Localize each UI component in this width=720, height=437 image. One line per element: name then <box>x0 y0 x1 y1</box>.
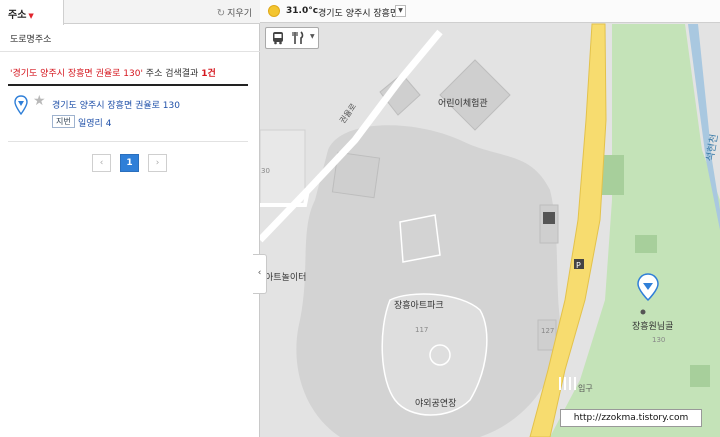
map-label-art-playground[interactable]: 아트놀이터 <box>265 270 306 283</box>
map-number-127: 127 <box>541 327 555 335</box>
refresh-icon: ↻ <box>216 8 226 19</box>
sun-icon <box>268 5 280 17</box>
map-canvas[interactable]: P <box>260 0 720 437</box>
map-label-entrance: 입구 <box>578 384 593 393</box>
jibun-address-link[interactable]: 일영리 4 <box>78 116 111 129</box>
weather-bar: 31.0°c 경기도 양주시 장흥면 ▼ <box>260 0 720 23</box>
map-view[interactable]: P 어린이체험관 아트놀이터 장흥아트파크 야외공연장 장흥원님골 입구 권율로… <box>260 0 720 437</box>
result-count: 1건 <box>201 69 216 79</box>
watermark: http://zzokma.tistory.com <box>560 409 702 427</box>
panel-tabbar: 주소 ▼ ↻ 지우기 <box>0 0 260 25</box>
jibun-badge: 지번 <box>52 115 75 128</box>
map-label-outdoor-stage[interactable]: 야외공연장 <box>415 396 456 409</box>
location-pin-icon[interactable] <box>14 95 28 115</box>
result-query: '경기도 양주시 장흥면 권율로 130' <box>10 69 143 79</box>
clear-button-label: 지우기 <box>227 9 252 19</box>
toolbar-dropdown-icon[interactable]: ▼ <box>310 33 315 49</box>
result-suffix: 주소 검색결과 <box>142 69 202 79</box>
region-dropdown-icon[interactable]: ▼ <box>395 5 406 17</box>
panel-collapse-handle[interactable]: ‹ <box>253 254 267 294</box>
map-category-toolbar: ▼ <box>265 27 319 49</box>
weather-region[interactable]: 경기도 양주시 장흥면 <box>318 6 398 19</box>
svg-text:P: P <box>576 261 581 270</box>
restaurant-icon[interactable] <box>290 30 306 46</box>
map-number-117: 117 <box>415 326 429 334</box>
search-panel: 주소 ▼ ↻ 지우기 도로명주소 '경기도 양주시 장흥면 권율로 130' 주소 … <box>0 0 260 437</box>
prev-page-button[interactable]: ‹ <box>92 154 111 172</box>
map-number-130: 130 <box>652 336 666 344</box>
page-1-button[interactable]: 1 <box>120 154 139 172</box>
result-address-link[interactable]: 경기도 양주시 장흥면 권율로 130 <box>52 98 180 111</box>
road-address-label: 도로명주소 <box>10 35 52 45</box>
divider-strong <box>8 84 248 86</box>
tab-address-label: 주소 <box>8 10 27 21</box>
map-label-rest-area[interactable]: 장흥원님골 <box>632 319 673 332</box>
divider <box>0 51 260 52</box>
map-label-kids-hall[interactable]: 어린이체험관 <box>438 96 488 109</box>
next-page-button[interactable]: › <box>148 154 167 172</box>
map-number-30: 30 <box>261 167 270 175</box>
divider <box>8 141 248 142</box>
list-item[interactable]: ★ 경기도 양주시 장흥면 권율로 130 지번 일영리 4 <box>8 93 252 134</box>
caret-down-icon: ▼ <box>28 12 34 20</box>
bus-icon[interactable] <box>270 30 286 46</box>
temperature: 31.0°c <box>286 6 319 16</box>
star-icon[interactable]: ★ <box>33 93 46 109</box>
tab-address[interactable]: 주소 ▼ <box>0 0 64 25</box>
result-summary: '경기도 양주시 장흥면 권율로 130' 주소 검색결과 1건 <box>10 66 216 79</box>
map-label-art-park[interactable]: 장흥아트파크 <box>394 298 444 311</box>
clear-button[interactable]: ↻ 지우기 <box>217 6 252 19</box>
page: P 어린이체험관 아트놀이터 장흥아트파크 야외공연장 장흥원님골 입구 권율로… <box>0 0 720 437</box>
